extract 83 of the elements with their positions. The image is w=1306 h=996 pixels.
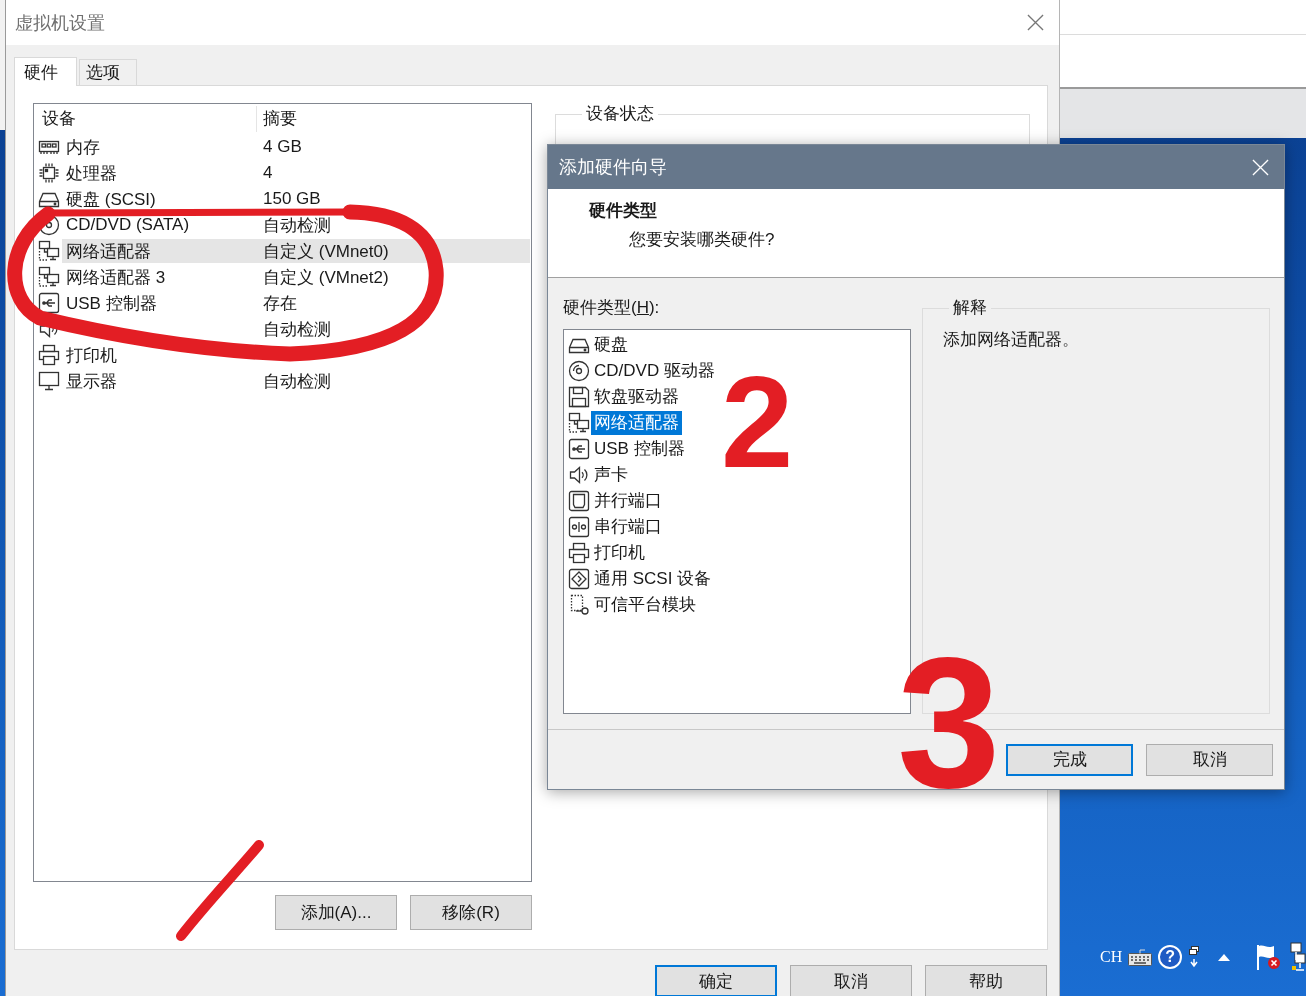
device-row[interactable]: 打印机 bbox=[62, 343, 117, 367]
device-row[interactable]: USB 控制器 存在 bbox=[62, 291, 297, 315]
step-heading: 硬件类型 bbox=[589, 200, 657, 222]
wizard-button[interactable]: 取消 bbox=[1146, 743, 1273, 776]
device-list[interactable]: 设备 摘要 内存 4 GB 处理器 4 硬盘 (SCSI) 150 GB CD/DVD (SATA) 自动检测 网络适配器 自定义 (VMnet0) 网络适配器 3 自定义 (VMnet2) USB 控制器 存在 自动检测 打印机 显示器 自动检测 bbox=[33, 103, 532, 882]
device-summary: 4 bbox=[263, 163, 273, 183]
printer-icon bbox=[38, 344, 60, 366]
network-icon bbox=[568, 412, 590, 434]
chip-icon bbox=[38, 162, 60, 184]
close-icon bbox=[1027, 14, 1044, 31]
device-row[interactable]: 处理器 4 bbox=[62, 161, 273, 185]
step-description: 您要安装哪类硬件? bbox=[629, 229, 775, 251]
chip-key-icon bbox=[568, 594, 590, 616]
device-name: 硬盘 (SCSI) bbox=[66, 189, 156, 209]
tab[interactable]: 选项 bbox=[79, 59, 137, 85]
diamond-icon bbox=[568, 568, 590, 590]
device-row[interactable]: CD/DVD (SATA) 自动检测 bbox=[62, 213, 331, 237]
hardware-item[interactable]: 声卡 bbox=[591, 463, 631, 487]
monitor-icon bbox=[38, 370, 60, 392]
device-summary: 自定义 (VMnet2) bbox=[263, 266, 389, 289]
network-icon bbox=[38, 266, 60, 288]
hardware-item[interactable]: USB 控制器 bbox=[591, 437, 688, 461]
device-row[interactable]: 网络适配器 自定义 (VMnet0) bbox=[62, 239, 530, 263]
hardware-item[interactable]: CD/DVD 驱动器 bbox=[591, 359, 718, 383]
window-icon[interactable] bbox=[1188, 946, 1201, 968]
hardware-item[interactable]: 网络适配器 bbox=[591, 411, 682, 435]
hardware-item[interactable]: 软盘驱动器 bbox=[591, 385, 682, 409]
device-name: 显示器 bbox=[66, 371, 117, 391]
hardware-item[interactable]: 通用 SCSI 设备 bbox=[591, 567, 715, 591]
device-name: CD/DVD (SATA) bbox=[66, 215, 190, 234]
device-summary: 自动检测 bbox=[263, 214, 331, 237]
hardware-item[interactable]: 打印机 bbox=[591, 541, 648, 565]
parallel-port-icon bbox=[568, 490, 590, 512]
up-arrow-icon[interactable] bbox=[1218, 953, 1231, 961]
device-button[interactable]: 添加(A)... bbox=[275, 895, 397, 930]
device-name: 网络适配器 bbox=[66, 241, 151, 261]
device-row[interactable]: 自动检测 bbox=[263, 317, 331, 341]
speaker-icon bbox=[568, 464, 590, 486]
device-button[interactable]: 移除(R) bbox=[410, 895, 532, 930]
device-name: 网络适配器 3 bbox=[66, 267, 166, 287]
flag-icon[interactable] bbox=[1255, 943, 1282, 971]
device-summary: 150 GB bbox=[263, 189, 321, 209]
device-row[interactable]: 显示器 自动检测 bbox=[62, 369, 331, 393]
window-title: 添加硬件向导 bbox=[559, 156, 667, 179]
device-summary: 自定义 (VMnet0) bbox=[263, 240, 389, 263]
device-summary: 自动检测 bbox=[263, 370, 331, 393]
network-icon[interactable] bbox=[1290, 942, 1306, 972]
device-name: 处理器 bbox=[66, 163, 117, 183]
explanation-text: 添加网络适配器。 bbox=[943, 329, 1079, 351]
device-summary: 存在 bbox=[263, 292, 297, 315]
wizard-button[interactable]: 完成 bbox=[1006, 743, 1133, 776]
group-title: 设备状态 bbox=[585, 103, 655, 125]
device-row[interactable]: 内存 4 GB bbox=[62, 135, 302, 159]
dialog-button[interactable]: 取消 bbox=[790, 965, 912, 996]
hardware-item[interactable]: 串行端口 bbox=[591, 515, 665, 539]
usb-icon bbox=[38, 292, 60, 314]
window-title: 虚拟机设置 bbox=[15, 11, 105, 35]
device-name: USB 控制器 bbox=[66, 293, 157, 313]
keyboard-icon[interactable] bbox=[1128, 948, 1153, 966]
device-row[interactable]: 硬盘 (SCSI) 150 GB bbox=[62, 187, 321, 211]
column-header[interactable]: 摘要 bbox=[256, 106, 531, 132]
tab[interactable]: 硬件 bbox=[14, 57, 77, 86]
list-label: 硬件类型(H): bbox=[563, 297, 660, 319]
hardware-item[interactable]: 可信平台模块 bbox=[591, 593, 699, 617]
handwritten-number: 2 bbox=[721, 357, 794, 487]
dialog-button[interactable]: 帮助 bbox=[925, 965, 1047, 996]
hardware-item[interactable]: 并行端口 bbox=[591, 489, 665, 513]
language-indicator[interactable]: CH bbox=[1100, 948, 1123, 966]
column-header[interactable]: 设备 bbox=[34, 106, 256, 132]
serial-port-icon bbox=[568, 516, 590, 538]
usb-icon bbox=[568, 438, 590, 460]
printer-icon bbox=[568, 542, 590, 564]
group-title: 解释 bbox=[952, 297, 988, 319]
network-icon bbox=[38, 240, 60, 262]
device-summary: 4 GB bbox=[263, 137, 302, 157]
disc-icon bbox=[568, 360, 590, 382]
dialog-button[interactable]: 确定 bbox=[655, 965, 777, 996]
device-row[interactable]: 网络适配器 3 自定义 (VMnet2) bbox=[62, 265, 389, 289]
disc-icon bbox=[38, 214, 60, 236]
device-name: 内存 bbox=[66, 137, 100, 157]
hardware-item[interactable]: 硬盘 bbox=[591, 333, 631, 357]
close-icon bbox=[1252, 158, 1269, 176]
close-button[interactable] bbox=[1027, 14, 1044, 31]
